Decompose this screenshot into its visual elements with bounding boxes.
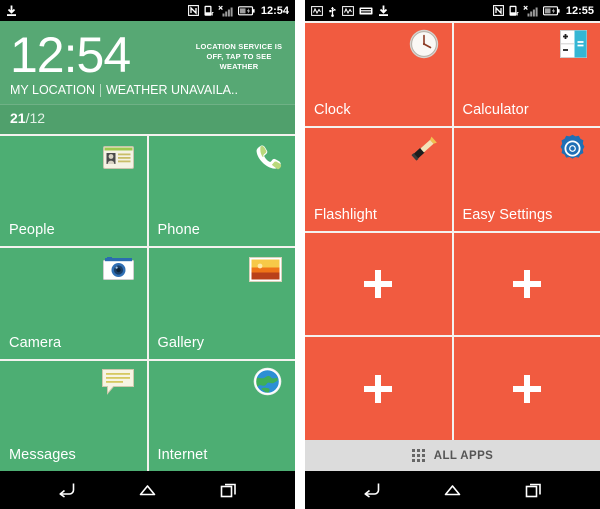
home-icon[interactable] [433,471,473,509]
app-tile-grid: People Phone Camera Gallery Messages Int… [0,134,295,471]
tile-camera[interactable]: Camera [0,248,147,359]
tile-calculator[interactable]: Calculator [453,23,600,126]
tile-messages[interactable]: Messages [0,360,147,471]
weather-top-row: 12:54 LOCATION SERVICE IS OFF, TAP TO SE… [10,29,285,81]
nfc-icon [187,5,199,16]
tile-gallery[interactable]: Gallery [148,248,295,359]
all-apps-label: ALL APPS [433,449,494,462]
navigation-bar [305,471,600,509]
calculator-icon [560,29,591,59]
tile-empty-slot[interactable] [305,232,452,336]
signal-no-service-icon [523,5,539,17]
debug-icon [311,5,323,16]
status-bar: 12:54 [0,0,295,21]
status-bar-left-icons [311,5,493,17]
right-phone-screen: 12:55 Clock Calculator Flashlight Easy S… [305,0,600,509]
gear-icon [558,134,591,164]
plus-icon [512,374,541,403]
tile-label: Messages [9,447,76,463]
recent-apps-icon[interactable] [514,471,554,509]
tile-empty-slot[interactable] [305,337,452,440]
usb-icon [328,5,337,17]
status-bar-right-icons: 12:54 [187,4,289,17]
plus-icon [364,269,393,298]
date-strip[interactable]: 21/12 [0,104,295,134]
navigation-bar [0,471,295,509]
all-apps-button[interactable]: ALL APPS [305,440,600,471]
app-tile-grid: Clock Calculator Flashlight Easy Setting… [305,21,600,440]
tile-label: Internet [157,447,208,463]
status-bar-clock: 12:55 [565,4,594,17]
download-icon [378,5,389,17]
recent-apps-icon[interactable] [209,471,249,509]
analog-clock-icon [409,29,443,59]
tile-label: Camera [9,334,62,351]
plus-icon [364,374,393,403]
vibrate-phone-icon [508,5,519,17]
tile-label: Easy Settings [462,206,553,223]
tile-people[interactable]: People [0,136,147,247]
status-bar-right-icons: 12:55 [492,4,594,17]
back-icon[interactable] [352,471,392,509]
tile-easy-settings[interactable]: Easy Settings [453,127,600,231]
weather-widget[interactable]: 12:54 LOCATION SERVICE IS OFF, TAP TO SE… [0,21,295,104]
tile-label: Clock [314,101,351,118]
plus-icon [512,269,541,298]
divider [99,83,101,97]
tile-phone[interactable]: Phone [148,136,295,247]
back-icon[interactable] [47,471,87,509]
nfc-icon [492,5,504,16]
contact-card-icon [102,142,138,172]
camera-icon [102,254,138,284]
tile-label: Flashlight [314,206,378,223]
tile-label: Gallery [157,334,205,351]
tile-clock[interactable]: Clock [305,23,452,126]
vibrate-phone-icon [203,5,214,17]
weather-info-row: MY LOCATION WEATHER UNAVAILA.. [10,83,285,100]
tile-empty-slot[interactable] [453,337,600,440]
home-icon[interactable] [128,471,168,509]
status-bar: 12:55 [305,0,600,21]
battery-icon [237,5,255,16]
weather-status-label: WEATHER UNAVAILA.. [105,83,238,97]
tile-label: Calculator [462,101,529,118]
left-phone-screen: 12:54 12:54 LOCATION SERVICE IS OFF, TAP… [0,0,295,509]
location-service-notice[interactable]: LOCATION SERVICE IS OFF, TAP TO SEE WEAT… [193,29,285,72]
tile-flashlight[interactable]: Flashlight [305,127,452,231]
signal-no-service-icon [218,5,234,17]
home-clock: 12:54 [10,27,131,83]
tile-label: People [9,222,55,239]
status-bar-clock: 12:54 [260,4,289,17]
photo-frame-icon [249,254,286,284]
flashlight-icon [408,134,443,164]
tile-empty-slot[interactable] [453,232,600,336]
tile-label: Phone [157,222,200,239]
battery-icon [542,5,560,16]
location-label: MY LOCATION [10,83,95,97]
app-drawer-grid-icon [411,449,425,462]
status-bar-left-icons [6,5,188,17]
date-month: /12 [25,110,46,126]
debug-icon [342,5,354,16]
download-icon [6,5,17,17]
keyboard-icon [359,6,373,16]
date-day: 21 [10,110,26,126]
speech-bubble-icon [101,367,138,397]
dual-phone-screenshot: 12:54 12:54 LOCATION SERVICE IS OFF, TAP… [0,0,600,509]
phone-handset-icon [253,142,286,172]
tile-internet[interactable]: Internet [148,360,295,471]
globe-icon [253,367,286,397]
